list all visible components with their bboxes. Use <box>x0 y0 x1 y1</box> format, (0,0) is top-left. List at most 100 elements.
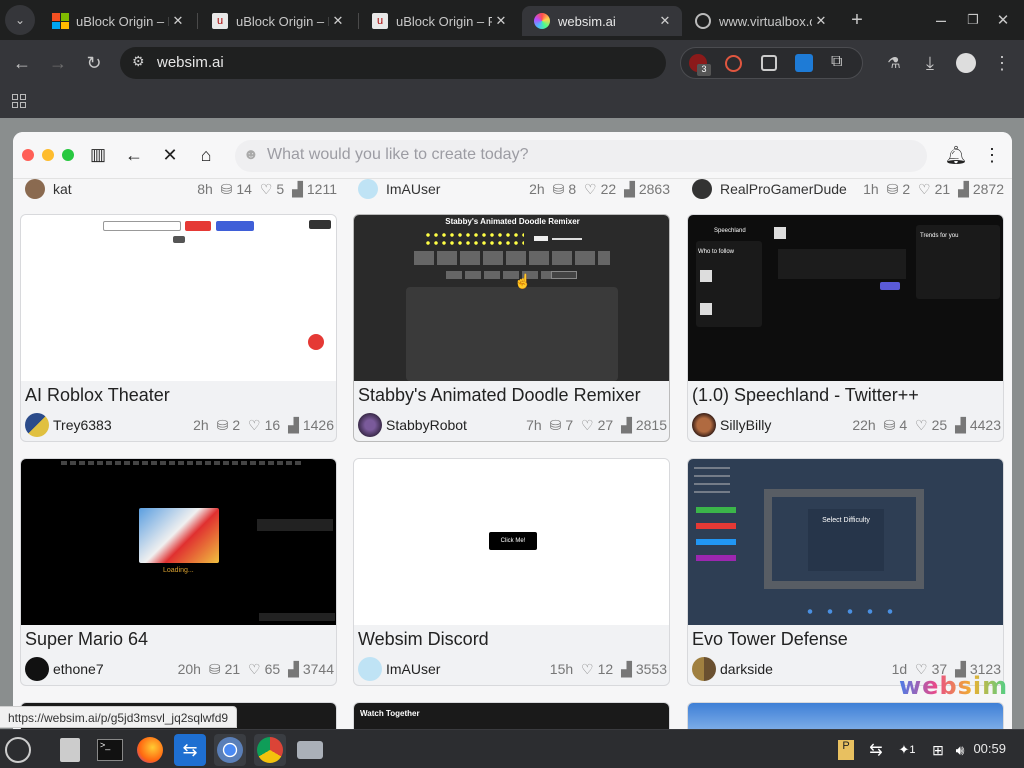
chromium-icon[interactable] <box>214 734 246 766</box>
card-stats: 1h ⛁ 2 ♡ 21 ▟ 2872 <box>863 181 1004 197</box>
thumb-who: Who to follow <box>698 249 735 255</box>
windows-logo-icon <box>52 13 69 29</box>
clipboard-tray-icon[interactable]: P <box>836 734 856 766</box>
thumb-heading: Watch Together <box>360 709 420 718</box>
close-window-dot[interactable] <box>22 149 34 161</box>
card-meta: Trey6383 2h ⛁ 2 ♡ 16 ▟ 1426 <box>21 413 336 439</box>
ublock-icon: u <box>372 13 388 29</box>
list-item[interactable]: kat 8h ⛁ 14 ♡ 5 ▟ 1211 <box>21 179 337 203</box>
remote-desktop-icon[interactable]: ⇆ <box>174 734 206 766</box>
avatar <box>358 179 378 199</box>
cookie-extension-icon[interactable] <box>725 55 742 72</box>
create-prompt-input[interactable]: ☻ What would you like to create today? <box>235 140 927 172</box>
thumb-heading: Speechland <box>714 228 746 234</box>
tab-virtualbox[interactable]: www.virtualbox.o ✕ <box>683 6 838 36</box>
address-bar[interactable]: ⚙ websim.ai <box>120 47 666 79</box>
file-manager-icon[interactable] <box>54 734 86 766</box>
new-tab-button[interactable]: + <box>842 5 872 35</box>
avatar <box>25 179 45 199</box>
tab-title: uBlock Origin – F <box>76 13 169 29</box>
ublock-icon: u <box>212 13 228 29</box>
reload-icon[interactable]: ↻ <box>79 48 109 78</box>
close-icon[interactable]: ✕ <box>329 13 347 29</box>
forward-arrow-icon[interactable]: → <box>43 48 73 78</box>
maximize-window-dot[interactable] <box>62 149 74 161</box>
project-card[interactable]: Select Difficulty Evo Tower Defense dark… <box>687 458 1004 686</box>
puzzle-extensions-icon[interactable]: ⧉ <box>831 53 842 71</box>
avatar <box>25 413 49 437</box>
avatar <box>358 413 382 437</box>
tab-ublock-3[interactable]: u uBlock Origin – F ✕ <box>360 6 518 36</box>
minimize-window-dot[interactable] <box>42 149 54 161</box>
card-stats: 22h ⛁ 4 ♡ 25 ▟ 4423 <box>852 417 1001 433</box>
more-menu-icon[interactable]: ⋮ <box>977 140 1007 170</box>
users-icon: ☻ <box>243 146 259 163</box>
volume-icon[interactable]: 🔊︎ <box>950 734 970 766</box>
tab-ublock-2[interactable]: u uBlock Origin – F ✕ <box>200 6 355 36</box>
card-stats: 2h ⛁ 2 ♡ 16 ▟ 1426 <box>193 417 334 433</box>
bell-icon[interactable]: 🔔︎ <box>941 140 971 170</box>
close-icon[interactable]: ✕ <box>492 13 510 29</box>
script-extension-icon[interactable] <box>761 55 777 71</box>
list-item[interactable]: RealProGamerDude 1h ⛁ 2 ♡ 21 ▟ 2872 <box>688 179 1004 203</box>
hand-cursor-icon: ☝ <box>514 273 532 289</box>
tab-title: uBlock Origin – F <box>396 13 492 29</box>
project-card[interactable]: Watch Together <box>353 702 670 729</box>
tab-title: uBlock Origin – F <box>236 13 329 29</box>
start-menu-icon[interactable] <box>2 734 34 766</box>
chrome-icon[interactable] <box>254 734 286 766</box>
remote-tray-icon[interactable]: ⇆ <box>864 734 888 766</box>
stop-icon[interactable]: ✕ <box>155 140 185 170</box>
websim-icon <box>534 13 550 29</box>
back-arrow-icon[interactable]: ← <box>7 48 37 78</box>
thumb-loading: Loading... <box>163 567 194 574</box>
translate-extension-icon[interactable] <box>795 54 813 72</box>
profile-avatar[interactable] <box>951 48 981 78</box>
card-thumbnail <box>688 703 1003 729</box>
card-meta: ethone7 20h ⛁ 21 ♡ 65 ▟ 3744 <box>21 657 336 683</box>
browser-menu-icon[interactable]: ⋮ <box>987 48 1017 78</box>
maximize-button[interactable]: ❐ <box>958 5 988 35</box>
back-arrow-icon[interactable]: ← <box>119 140 149 170</box>
avatar <box>25 657 49 681</box>
list-item[interactable]: ImAUser 2h ⛁ 8 ♡ 22 ▟ 2863 <box>354 179 670 203</box>
project-card[interactable] <box>687 702 1004 729</box>
thumb-title: Stabby's Animated Doodle Remixer <box>445 217 580 226</box>
download-icon[interactable]: ⤓ <box>915 48 945 78</box>
card-thumbnail: Watch Together <box>354 703 669 729</box>
site-settings-icon[interactable]: ⚙ <box>132 53 145 70</box>
sidebar-toggle-icon[interactable]: ▥ <box>83 140 113 170</box>
close-icon[interactable]: ✕ <box>656 13 674 29</box>
globe-icon <box>695 13 711 29</box>
close-icon[interactable]: ✕ <box>812 13 830 29</box>
firefox-icon[interactable] <box>134 734 166 766</box>
card-stats: 20h ⛁ 21 ♡ 65 ▟ 3744 <box>177 661 334 677</box>
project-card[interactable]: Stabby's Animated Doodle Remixer ☝ Stabb… <box>353 214 670 442</box>
project-card[interactable]: Speechland Who to follow Trends for you … <box>687 214 1004 442</box>
close-icon[interactable]: ✕ <box>169 13 187 29</box>
minimize-button[interactable]: – <box>926 5 956 35</box>
card-stats: 2h ⛁ 8 ♡ 22 ▟ 2863 <box>529 181 670 197</box>
tab-websim[interactable]: websim.ai ✕ <box>522 6 682 36</box>
search-placeholder: What would you like to create today? <box>267 146 529 163</box>
labs-flask-icon[interactable]: ⚗ <box>879 48 909 78</box>
card-thumbnail: Speechland Who to follow Trends for you <box>688 215 1003 381</box>
window-close-button[interactable]: ✕ <box>988 5 1018 35</box>
project-card[interactable]: Loading... Super Mario 64 ethone7 20h ⛁ 2… <box>20 458 337 686</box>
card-title: (1.0) Speechland - Twitter++ <box>692 385 919 405</box>
thumb-button: Click Me! <box>489 532 537 550</box>
printer-icon[interactable] <box>294 734 326 766</box>
project-card[interactable]: Click Me! Websim Discord ImAUser 15h ♡ 12… <box>353 458 670 686</box>
home-icon[interactable]: ⌂ <box>191 140 221 170</box>
tab-search-button[interactable]: ⌄ <box>5 5 35 35</box>
tab-ublock-1[interactable]: uBlock Origin – F ✕ <box>40 6 195 36</box>
project-card[interactable]: AI Roblox Theater Trey6383 2h ⛁ 2 ♡ 16 ▟ 14… <box>20 214 337 442</box>
terminal-icon[interactable]: >_ <box>94 734 126 766</box>
notification-tray-icon[interactable]: ✦ 1 <box>896 734 918 766</box>
author-name: StabbyRobot <box>386 417 467 433</box>
websim-toolbar: ▥ ← ✕ ⌂ ☻ What would you like to create … <box>13 132 1012 179</box>
network-icon[interactable]: ⊞ <box>928 734 948 766</box>
author-name: ImAUser <box>386 181 441 197</box>
clock: 00:59 <box>973 741 1006 756</box>
apps-grid-icon[interactable] <box>12 94 26 108</box>
